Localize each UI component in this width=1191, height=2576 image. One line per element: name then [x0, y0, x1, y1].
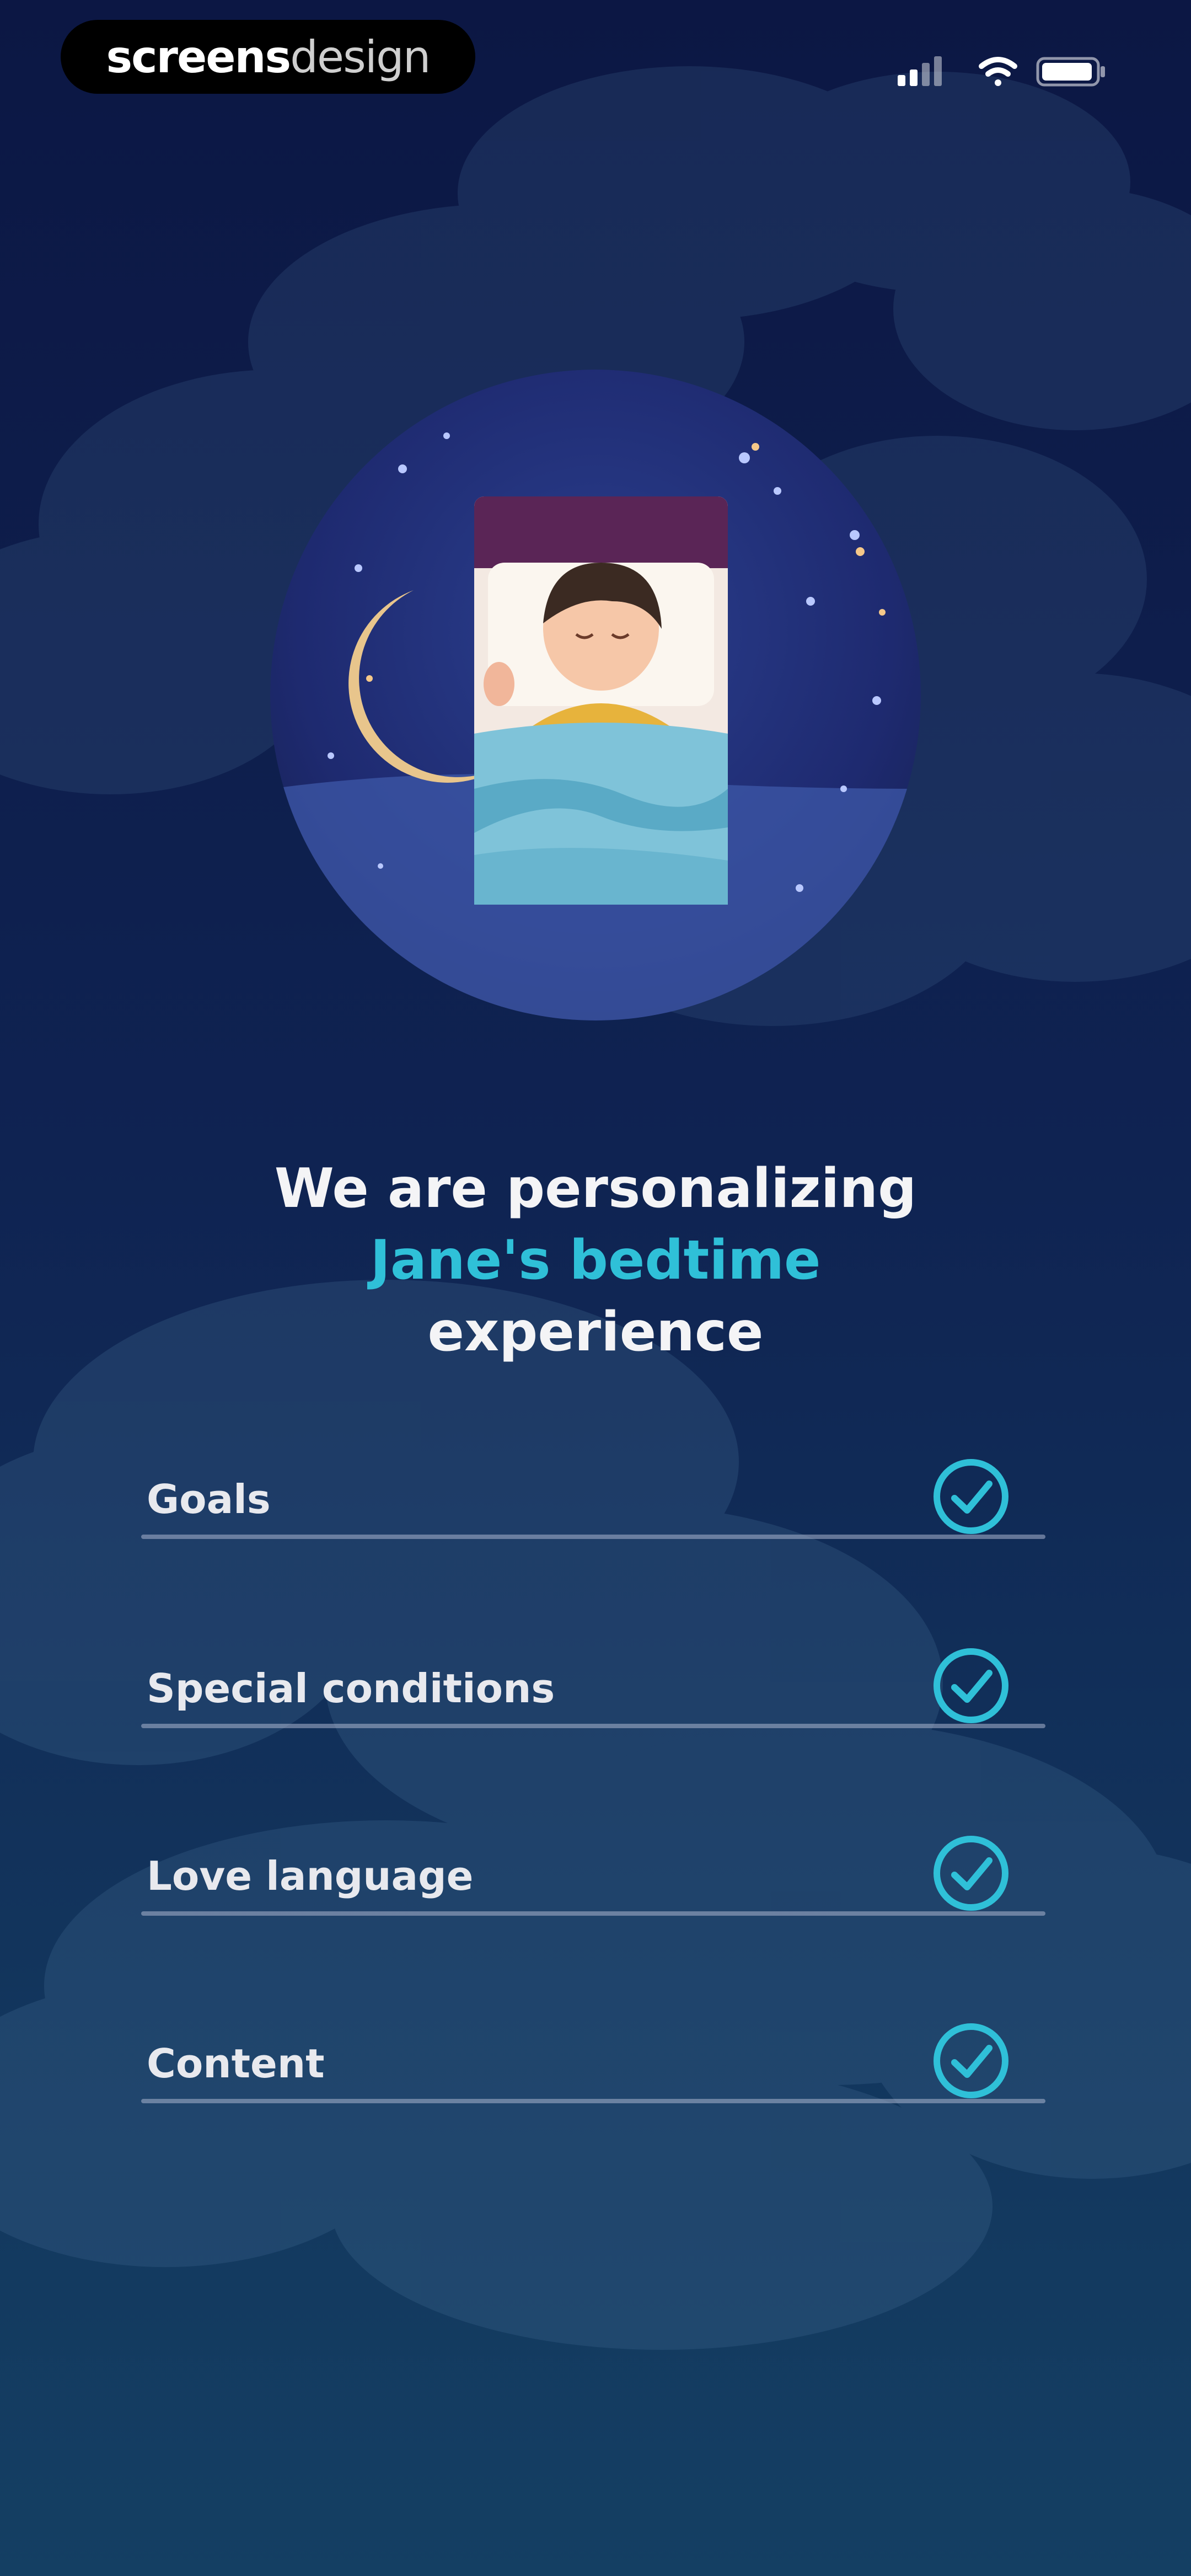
checklist-item-love-language: Love language	[141, 1836, 1045, 1916]
checklist-item-special-conditions: Special conditions	[141, 1648, 1045, 1728]
checklist-item-goals: Goals	[141, 1459, 1045, 1539]
check-circle-icon	[934, 1836, 1008, 1911]
brand-logo: screens design	[61, 20, 475, 94]
divider	[141, 1535, 1045, 1539]
personalizing-title: We are personalizing Jane's bedtime expe…	[0, 1153, 1191, 1368]
check-circle-icon	[934, 1648, 1008, 1723]
divider	[141, 1724, 1045, 1728]
wifi-icon	[979, 57, 1017, 86]
title-highlight: Jane's bedtime	[370, 1229, 821, 1292]
check-circle-icon	[934, 2023, 1008, 2098]
battery-icon	[1036, 57, 1105, 87]
title-line-1: We are personalizing	[274, 1157, 917, 1220]
checklist-item-content: Content	[141, 2023, 1045, 2103]
divider	[141, 2099, 1045, 2103]
checklist-item-label: Special conditions	[147, 1665, 555, 1712]
title-line-3: experience	[427, 1301, 764, 1364]
checklist-item-label: Love language	[147, 1853, 474, 1899]
checklist-item-label: Content	[147, 2040, 325, 2087]
check-circle-icon	[934, 1459, 1008, 1534]
divider	[141, 1911, 1045, 1916]
status-icons	[893, 49, 1114, 93]
signal-icon	[898, 56, 942, 86]
bedtime-illustration	[270, 370, 921, 1020]
brand-logo-part2: design	[290, 31, 431, 83]
checklist-item-label: Goals	[147, 1476, 271, 1522]
brand-logo-part1: screens	[106, 31, 292, 83]
